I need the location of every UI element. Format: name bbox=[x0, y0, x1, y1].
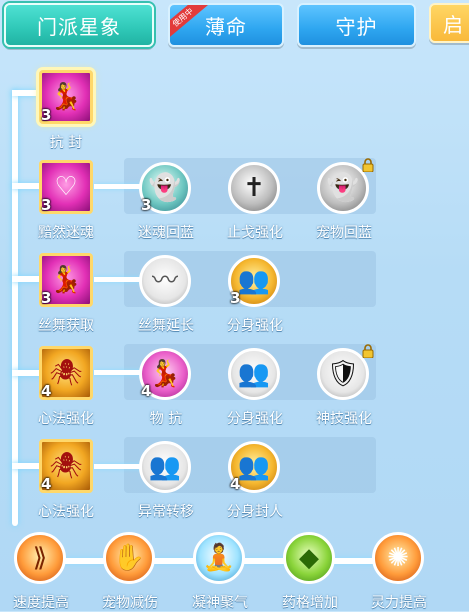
halberd-icon: ✝ bbox=[228, 162, 280, 214]
clone-icon: 👥 bbox=[228, 348, 280, 400]
clone-icon: 👥 bbox=[139, 441, 191, 493]
shield-hand-icon: ✋ bbox=[103, 532, 155, 584]
tab-bar: 门派星象 使用中 薄命 守护 启 bbox=[0, 0, 469, 56]
skill-tree: 💃 3 抗 封 ♡ 3 黯然迷魂 👻 3 迷魂回蓝 ✝ 止戈强化 👻 宠物回蓝 … bbox=[0, 60, 469, 611]
skill-label: 神技强化 bbox=[316, 411, 372, 427]
branch-line bbox=[12, 370, 42, 376]
connector-line bbox=[94, 184, 142, 189]
silk-icon: 〰 bbox=[139, 255, 191, 307]
lock-icon bbox=[362, 344, 374, 358]
skill-label: 心法强化 bbox=[38, 504, 94, 520]
skill-label: 抗 封 bbox=[49, 135, 83, 151]
skill-label: 黯然迷魂 bbox=[38, 225, 94, 241]
skill-label: 分身强化 bbox=[227, 318, 283, 334]
branch-line bbox=[12, 276, 42, 282]
skill-level: 3 bbox=[41, 289, 52, 307]
skill-level: 4 bbox=[230, 475, 241, 493]
tab-sect-stars[interactable]: 门派星象 bbox=[4, 3, 154, 47]
tab-label: 启 bbox=[443, 12, 464, 37]
bonus-label: 速度提高 bbox=[13, 595, 69, 611]
skill-label: 物 抗 bbox=[149, 411, 183, 427]
branch-line bbox=[12, 90, 42, 96]
lock-icon bbox=[362, 158, 374, 172]
speed-icon: ⟫ bbox=[14, 532, 66, 584]
skill-label: 宠物回蓝 bbox=[316, 225, 372, 241]
skill-level: 3 bbox=[41, 196, 52, 214]
connector-line bbox=[94, 370, 142, 375]
tab-label: 门派星象 bbox=[37, 14, 121, 39]
tab-guardian[interactable]: 守护 bbox=[297, 3, 416, 47]
skill-label: 丝舞获取 bbox=[38, 318, 94, 334]
bonus-row: ⟫ 速度提高 ✋ 宠物减伤 🧘 凝神聚气 ◆ 药格增加 ✺ 灵力提高 bbox=[0, 530, 469, 611]
skill-level: 3 bbox=[141, 196, 152, 214]
bonus-label: 药格增加 bbox=[282, 595, 338, 611]
tab-label: 守护 bbox=[335, 14, 378, 39]
connector-line bbox=[94, 464, 142, 469]
in-use-ribbon: 使用中 bbox=[170, 5, 208, 40]
bonus-label: 凝神聚气 bbox=[192, 595, 248, 611]
skill-level: 4 bbox=[41, 475, 52, 493]
tree-trunk bbox=[12, 90, 18, 526]
skill-label: 分身封人 bbox=[227, 504, 283, 520]
bonus-label: 宠物减伤 bbox=[102, 595, 158, 611]
skill-label: 心法强化 bbox=[38, 411, 94, 427]
tab-enlighten[interactable]: 启 bbox=[429, 3, 469, 43]
tab-bomin[interactable]: 使用中 薄命 bbox=[168, 3, 284, 47]
skill-level: 3 bbox=[41, 106, 52, 124]
skill-label: 迷魂回蓝 bbox=[138, 225, 194, 241]
bonus-label: 灵力提高 bbox=[371, 595, 427, 611]
skill-label: 异常转移 bbox=[138, 504, 194, 520]
gem-icon: ◆ bbox=[283, 532, 335, 584]
branch-line bbox=[12, 183, 42, 189]
skill-level: 4 bbox=[141, 382, 152, 400]
burst-icon: ✺ bbox=[372, 532, 424, 584]
skill-label: 分身强化 bbox=[227, 411, 283, 427]
meditate-icon: 🧘 bbox=[193, 532, 245, 584]
skill-level: 3 bbox=[230, 289, 241, 307]
connector-line bbox=[94, 277, 142, 282]
skill-level: 4 bbox=[41, 382, 52, 400]
tab-label: 薄命 bbox=[205, 14, 247, 39]
skill-label: 止戈强化 bbox=[227, 225, 283, 241]
branch-line bbox=[12, 463, 42, 469]
skill-label: 丝舞延长 bbox=[138, 318, 194, 334]
